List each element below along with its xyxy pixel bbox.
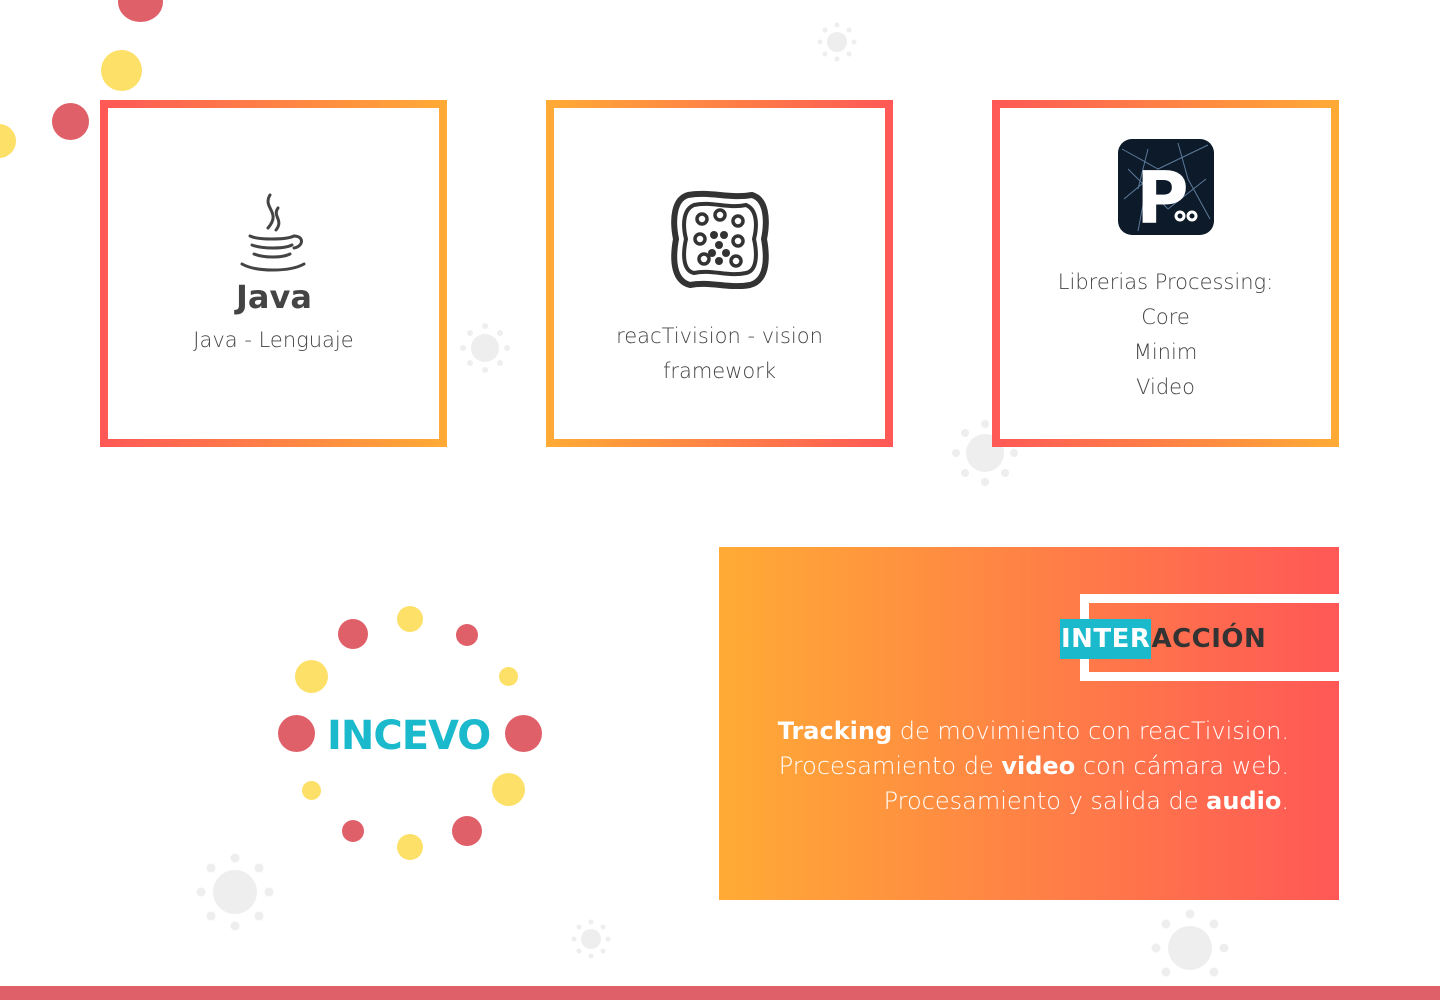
- processing-logo-text: P: [1136, 156, 1189, 235]
- interaction-description: Tracking de movimiento con reacTivision.…: [778, 714, 1289, 819]
- bold-word: Tracking: [777, 717, 893, 745]
- bold-word: video: [1001, 752, 1076, 780]
- java-logo-icon: Java: [234, 193, 312, 315]
- interaction-title: INTERACCIÓN: [1060, 619, 1266, 659]
- card-processing: P Librerias Processing: Core Minim Video: [992, 100, 1339, 447]
- card-processing-line: Minim: [1133, 340, 1198, 364]
- decor-sun-icon: [460, 323, 510, 373]
- interaction-title-highlight: INTER: [1060, 619, 1152, 659]
- decor-sun-icon: [817, 22, 857, 62]
- card-reactivision-line: reacTivision - vision: [616, 323, 823, 348]
- reactivision-fiducial-icon: [670, 190, 769, 289]
- brand-name: INCEVO: [327, 713, 491, 759]
- logo-dot: [278, 715, 315, 752]
- line-text: de movimiento con reacTivision.: [892, 717, 1289, 745]
- bold-word: audio: [1206, 787, 1282, 815]
- title-frame: [1080, 594, 1339, 603]
- interaction-title-rest: ACCIÓN: [1151, 624, 1267, 654]
- processing-logo-icon: P: [1117, 139, 1214, 235]
- line-text: .: [1281, 787, 1289, 815]
- card-java: Java Java - Lenguaje: [100, 100, 447, 447]
- logo-dot: [456, 624, 478, 646]
- decor-dot: [52, 103, 89, 140]
- logo-dot: [499, 667, 518, 686]
- card-processing-line: Core: [1141, 305, 1190, 329]
- card-reactivision: reacTivision - vision framework: [546, 100, 893, 447]
- java-logo-text: Java: [234, 278, 312, 315]
- line-text: Procesamiento de: [778, 752, 1002, 780]
- logo-dot: [397, 834, 423, 860]
- card-reactivision-line: framework: [662, 358, 777, 383]
- logo-dot: [342, 820, 364, 842]
- decor-dot: [101, 50, 142, 91]
- card-processing-line: Librerias Processing:: [1057, 270, 1274, 294]
- line-text: con cámara web.: [1075, 752, 1289, 780]
- interaction-line-3: Procesamiento y salida de audio.: [778, 784, 1289, 819]
- line-text: Procesamiento y salida de: [883, 787, 1207, 815]
- logo-dot: [492, 773, 525, 806]
- card-java-label: Java - Lenguaje: [193, 327, 354, 352]
- decor-sun-icon: [1151, 909, 1229, 977]
- interaction-line-1: Tracking de movimiento con reacTivision.: [778, 714, 1289, 749]
- logo-dot: [505, 715, 542, 752]
- logo-dot: [295, 660, 328, 693]
- decor-sun-icon: [571, 919, 611, 959]
- logo-dot: [302, 781, 321, 800]
- decor-dot: [118, 0, 163, 22]
- card-processing-line: Video: [1136, 375, 1195, 399]
- logo-dot: [338, 619, 368, 649]
- logo-dot: [452, 816, 482, 846]
- title-frame: [1080, 672, 1339, 681]
- decor-sun-icon: [196, 853, 274, 931]
- footer-bar: [0, 986, 1440, 1000]
- interaction-line-2: Procesamiento de video con cámara web.: [778, 749, 1289, 784]
- decor-dot: [0, 124, 16, 158]
- logo-dot: [397, 606, 423, 632]
